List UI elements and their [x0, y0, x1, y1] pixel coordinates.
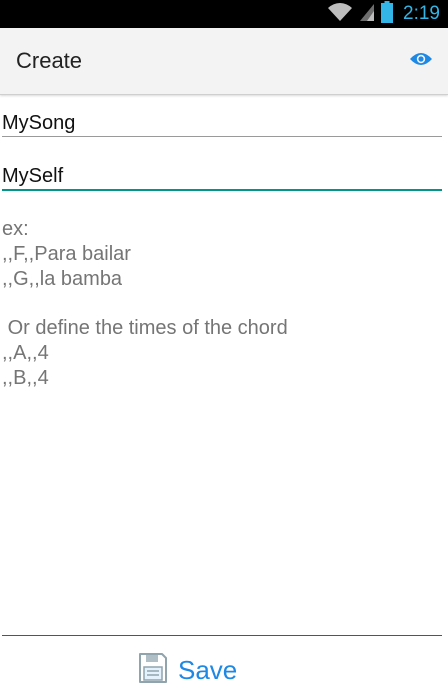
status-bar: 2:19 — [0, 0, 448, 28]
eye-icon — [409, 51, 433, 72]
status-icons: 2:19 — [327, 0, 440, 28]
status-time: 2:19 — [403, 3, 440, 24]
preview-button[interactable] — [406, 47, 436, 75]
page-title: Create — [16, 48, 83, 73]
battery-icon — [381, 0, 394, 28]
action-bar: Create — [0, 28, 448, 95]
author-underline — [2, 189, 442, 191]
wifi-icon — [327, 2, 353, 27]
save-label: Save — [178, 654, 238, 685]
author-input[interactable] — [2, 163, 442, 189]
save-button[interactable]: Save — [138, 652, 237, 688]
song-title-input[interactable] — [2, 110, 442, 136]
lyrics-input[interactable] — [2, 217, 442, 627]
floppy-disk-icon — [138, 652, 168, 689]
song-title-underline — [2, 136, 442, 137]
signal-icon — [359, 2, 375, 27]
footer-divider — [2, 635, 442, 636]
